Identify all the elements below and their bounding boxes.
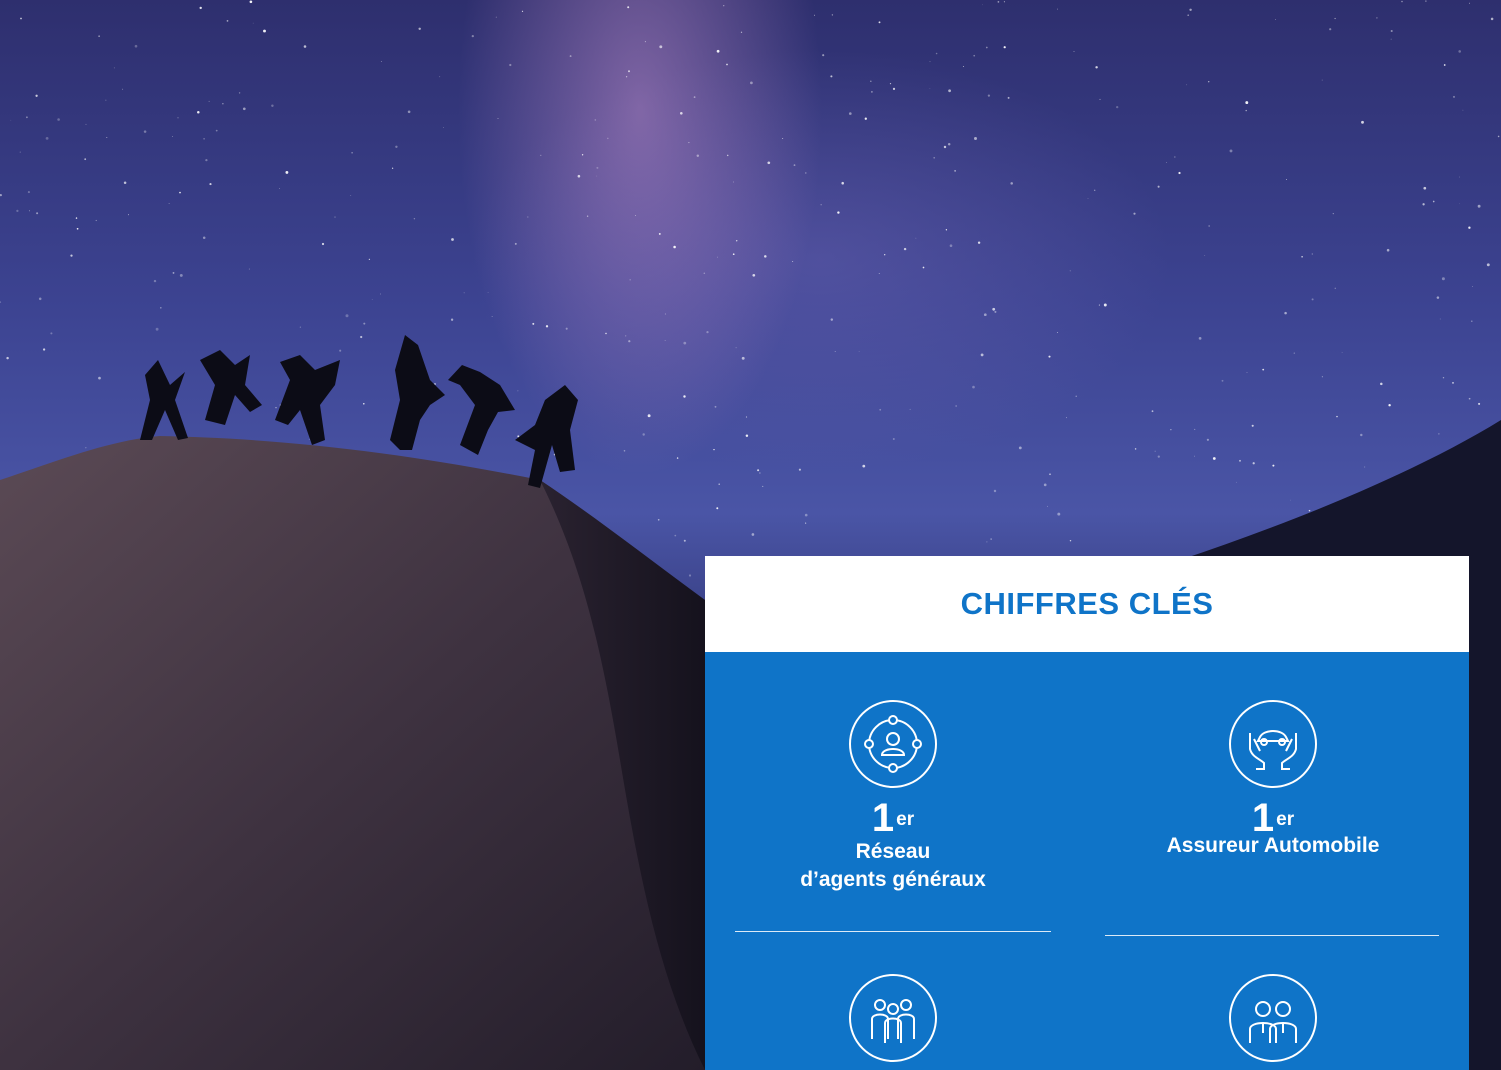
stat-team [735, 974, 1051, 1062]
rank-suffix: er [896, 809, 915, 830]
stat-agents-network: 1 er Réseau d’agents généraux [735, 700, 1051, 894]
stat-auto-insurer: 1 er Assureur Automobile [1105, 700, 1441, 860]
two-people-icon [1229, 974, 1317, 1062]
card-body: 1 er Réseau d’agents généraux 1 er Assur… [705, 652, 1469, 1070]
stat-label-line2: d’agents généraux [800, 868, 986, 891]
hero-photo: CHIFFRES CLÉS 1 er Réseau d’agents génér… [0, 0, 1501, 1070]
key-figures-card: CHIFFRES CLÉS 1 er Réseau d’agents génér… [705, 556, 1469, 1070]
team-group-icon [849, 974, 937, 1062]
stat-label-line1: Assureur Automobile [1166, 834, 1380, 857]
divider-right [1105, 935, 1439, 936]
card-title: CHIFFRES CLÉS [960, 586, 1214, 621]
rank-number: 1 [871, 796, 895, 840]
stat-people [1105, 974, 1441, 1062]
divider-left [735, 931, 1051, 932]
network-people-icon [849, 700, 937, 788]
rank-suffix: er [1276, 809, 1295, 830]
card-header: CHIFFRES CLÉS [705, 556, 1469, 652]
hands-car-icon [1229, 700, 1317, 788]
stat-label-line1: Réseau [855, 840, 931, 863]
